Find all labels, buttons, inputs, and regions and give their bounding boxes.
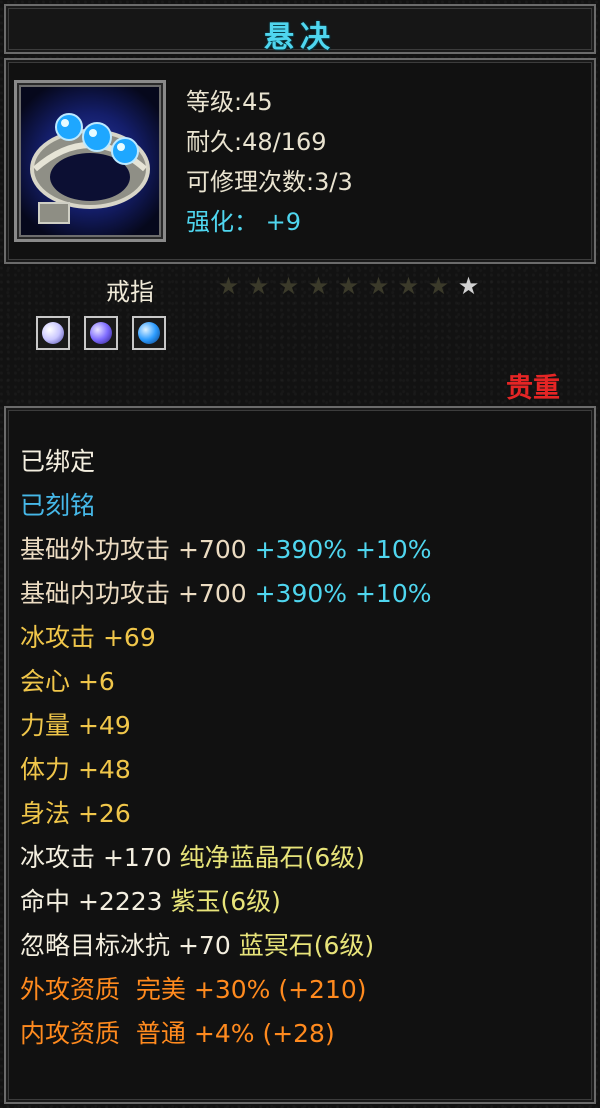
item-name: 悬决: [264, 20, 336, 55]
quality-grade: 普通: [135, 1019, 186, 1048]
stat-label: 会心: [20, 667, 71, 696]
quality-label: 内攻资质: [20, 1019, 121, 1048]
durability-label: 耐久: [186, 128, 234, 156]
stat-value: +170: [102, 843, 172, 872]
star-icon: ★: [367, 272, 391, 300]
enhance-value: +9: [265, 208, 302, 236]
level-label: 等级: [186, 88, 234, 116]
stat-label: 体力: [20, 755, 71, 784]
rarity-label: 贵重: [506, 373, 560, 404]
quality-grade: 完美: [135, 975, 186, 1004]
gem-slot-3[interactable]: [132, 316, 166, 350]
level-line: 等级:45: [186, 88, 273, 116]
stat-label: 冰攻击: [20, 623, 96, 652]
star-icon: ★: [247, 272, 271, 300]
star-icon: ★: [457, 272, 481, 300]
stat-label: 命中: [20, 887, 71, 916]
item-tooltip-panel: 悬决 等级:45 耐久:48/169 可修理次数:3/3 强化： +9 戒指 ★…: [0, 0, 600, 1108]
stat-label: 忽略目标冰抗: [20, 931, 171, 960]
repair-label: 可修理次数: [186, 168, 306, 196]
quality-label: 外攻资质: [20, 975, 121, 1004]
gem-slot-2[interactable]: [84, 316, 118, 350]
stat-value: +26: [77, 799, 131, 828]
bonus-stat-row: 身法 +26: [20, 794, 131, 830]
white-blue-gem-icon: [42, 322, 64, 344]
star-icon: ★: [277, 272, 301, 300]
bonus-stat-row: 会心 +6: [20, 662, 115, 698]
stat-label: 力量: [20, 711, 71, 740]
quality-percent: +30%: [193, 975, 271, 1004]
bonus-stat-row: 力量 +49: [20, 706, 131, 742]
item-type: 戒指: [106, 278, 154, 306]
gem-slot-1[interactable]: [36, 316, 70, 350]
stat-label: 身法: [20, 799, 71, 828]
engraved-status: 已刻铭: [20, 491, 96, 520]
ring-icon: [30, 113, 150, 224]
stat-value: +2223: [77, 887, 163, 916]
enhance-line: 强化： +9: [186, 202, 301, 237]
stat-value: +48: [77, 755, 131, 784]
repair-line: 可修理次数:3/3: [186, 168, 353, 196]
star-icon: ★: [217, 272, 241, 300]
purple-gem-icon: [90, 322, 112, 344]
quality-row: 内攻资质 普通 +4% (+28): [20, 1014, 335, 1050]
bonus-stat-row: 体力 +48: [20, 750, 131, 786]
bonus-stat-row: 冰攻击 +69: [20, 618, 156, 654]
stat-value: +70: [177, 931, 231, 960]
stat-percent: +390%: [254, 535, 348, 564]
base-internal-attack-row: 基础内功攻击 +700 +390% +10%: [20, 574, 431, 610]
repair-value: 3/3: [314, 168, 353, 196]
quality-bonus: (+28): [262, 1019, 335, 1048]
gem-name: 纯净蓝晶石(6级): [179, 843, 366, 872]
gem-stat-row: 忽略目标冰抗 +70 蓝冥石(6级): [20, 926, 374, 962]
enhance-label: 强化：: [186, 208, 258, 236]
gem-name: 紫玉(6级): [170, 887, 281, 916]
stat-value: +69: [102, 623, 156, 652]
stat-percent: +10%: [354, 579, 432, 608]
stat-label: 基础内功攻击: [20, 579, 171, 608]
stat-label: 基础外功攻击: [20, 535, 171, 564]
star-rating: ★ ★ ★ ★ ★ ★ ★ ★ ★: [214, 272, 484, 300]
star-icon: ★: [427, 272, 451, 300]
stat-percent: +10%: [354, 535, 432, 564]
stat-label: 冰攻击: [20, 843, 96, 872]
star-icon: ★: [397, 272, 421, 300]
item-icon-slot: [14, 80, 166, 242]
stat-value: +49: [77, 711, 131, 740]
stat-percent: +390%: [254, 579, 348, 608]
star-icon: ★: [307, 272, 331, 300]
quality-bonus: (+210): [278, 975, 367, 1004]
gem-name: 蓝冥石(6级): [238, 931, 375, 960]
durability-value: 48/169: [242, 128, 327, 156]
level-value: 45: [242, 88, 273, 116]
durability-line: 耐久:48/169: [186, 128, 327, 156]
gem-stat-row: 命中 +2223 紫玉(6级): [20, 882, 281, 918]
star-icon: ★: [337, 272, 361, 300]
stat-value: +6: [77, 667, 115, 696]
gem-stat-row: 冰攻击 +170 纯净蓝晶石(6级): [20, 838, 365, 874]
quality-percent: +4%: [193, 1019, 255, 1048]
base-external-attack-row: 基础外功攻击 +700 +390% +10%: [20, 530, 431, 566]
quality-row: 外攻资质 完美 +30% (+210): [20, 970, 367, 1006]
bound-status: 已绑定: [20, 447, 96, 476]
stat-value: +700: [177, 579, 247, 608]
title-bar: 悬决: [4, 4, 596, 55]
stat-value: +700: [177, 535, 247, 564]
blue-gem-icon: [138, 322, 160, 344]
